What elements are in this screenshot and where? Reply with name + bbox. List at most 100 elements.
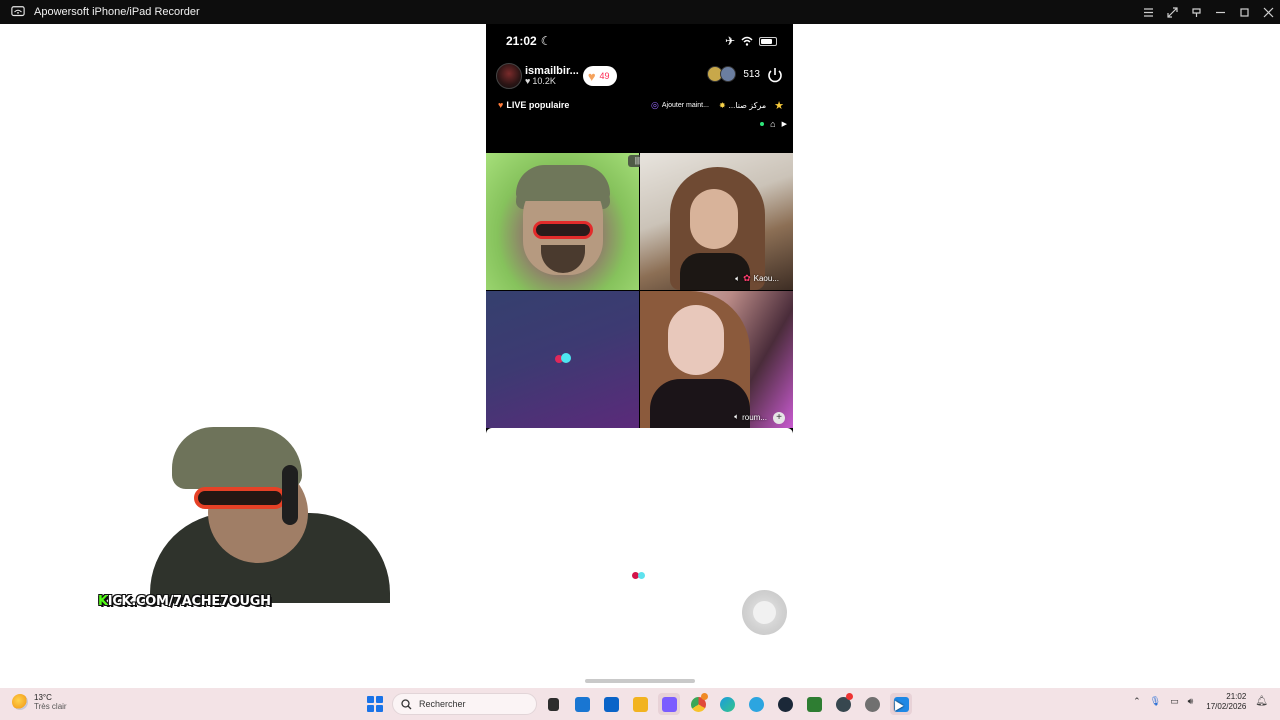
chevron-right-icon[interactable]: ▶ — [782, 120, 787, 128]
guest-video — [668, 305, 724, 375]
clock-time: 21:02 — [1226, 692, 1247, 701]
network-icon[interactable]: ▭ — [1170, 696, 1179, 707]
live-tag-row: ♥ LIVE populaire ◎ Ajouter maint... ✸ ...مر… — [498, 97, 784, 113]
file-explorer-icon[interactable] — [629, 693, 651, 715]
online-dot — [760, 122, 765, 126]
chevron-up-icon[interactable]: ⌃ — [1133, 696, 1141, 707]
webcam-video — [194, 487, 286, 509]
viewer-avatar — [720, 66, 737, 82]
host-avatar[interactable] — [496, 63, 522, 89]
search-placeholder: Rechercher — [419, 699, 466, 709]
guest-name: Kaou... — [753, 274, 779, 283]
star-icon[interactable]: ★ — [774, 99, 784, 112]
follow-count: 49 — [599, 71, 610, 81]
obs-icon[interactable] — [832, 693, 854, 715]
guest-video — [690, 189, 738, 249]
live-popular-tag[interactable]: ♥ LIVE populaire — [498, 100, 569, 110]
weather-desc: Très clair — [34, 702, 67, 712]
host-likes: ♥ 10.2K — [525, 76, 579, 87]
follow-button[interactable]: ♥ 49 — [582, 66, 617, 86]
live-host-row: ismailbir... ♥ 10.2K ♥ 49 513 — [496, 62, 788, 90]
popular-label: LIVE populaire — [506, 100, 570, 110]
status-time-text: 21:02 — [506, 34, 537, 48]
maximize-icon[interactable] — [1232, 0, 1256, 24]
phone-status-bar: 21:02 ☾ ✈ — [486, 32, 793, 50]
microphone-icon[interactable]: 🎙︎ — [1150, 696, 1161, 707]
viewer-count: 513 — [743, 68, 760, 80]
guest-tile-3[interactable] — [486, 291, 639, 428]
guest-tile-2[interactable]: 🔈︎ ✿ Kaou... — [640, 153, 793, 290]
guest-video — [680, 253, 750, 290]
heart-icon: ♥ — [587, 68, 596, 84]
home-indicator[interactable] — [585, 679, 695, 683]
teams-icon[interactable] — [658, 693, 680, 715]
phone-mirror-screen: 21:02 ☾ ✈ ismailbir... ♥ 10.2K ♥ 49 513 … — [486, 24, 793, 688]
host-likes-count: 10.2K — [532, 76, 556, 87]
rank-tag[interactable]: ✸ ...مركز صنا — [719, 101, 766, 110]
host-info[interactable]: ismailbir... ♥ 10.2K — [525, 65, 579, 87]
taskbar-clock[interactable]: 21:02 17/02/2026 — [1206, 692, 1246, 711]
weather-widget[interactable]: 13°C Très clair — [12, 693, 67, 711]
guest-video — [533, 221, 593, 239]
assistive-touch-button[interactable] — [742, 590, 787, 635]
kick-channel-watermark: KICK.COM/7ACHE7OUGH — [98, 594, 271, 609]
window-controls — [1136, 0, 1280, 24]
home-icon[interactable]: ⌂ — [770, 119, 775, 129]
loading-dot-cyan — [638, 572, 645, 579]
telegram-icon[interactable] — [745, 693, 767, 715]
store-icon[interactable] — [571, 693, 593, 715]
edge-icon[interactable] — [716, 693, 738, 715]
notification-badge — [701, 693, 708, 700]
system-tray: ⌃ 🎙︎ ▭ 🔊︎ 21:02 17/02/2026 🔔︎ — [1133, 692, 1268, 711]
guest-label: 🔈︎ roum... — [734, 412, 767, 422]
add-guest-button[interactable]: + — [773, 412, 785, 424]
live-extra-row: ⌂ ▶ — [760, 119, 787, 129]
guest-tile-4[interactable]: 🔈︎ roum... + — [640, 291, 793, 428]
terminal-icon[interactable] — [803, 693, 825, 715]
notification-bell-icon[interactable]: 🔔︎ — [1255, 696, 1268, 707]
add-now-tag[interactable]: ◎ Ajouter maint... — [651, 100, 709, 111]
heart-icon: ♥ — [525, 76, 531, 87]
guest-grid: ||| 🔈︎ ✿ Kaou... 🔈︎ roum... + — [486, 153, 793, 428]
headphones — [282, 465, 298, 525]
power-icon[interactable] — [766, 66, 784, 84]
guest-tile-1[interactable] — [486, 153, 639, 290]
status-time: 21:02 ☾ — [506, 34, 551, 48]
moon-icon: ☾ — [540, 34, 552, 48]
guest-name: roum... — [742, 412, 767, 422]
wifi-icon — [741, 36, 753, 46]
viewer-counter[interactable]: 513 — [707, 66, 760, 82]
spiral-icon: ◎ — [651, 99, 659, 110]
pin-icon[interactable] — [1184, 0, 1208, 24]
task-view-icon[interactable] — [542, 693, 564, 715]
fullscreen-icon[interactable] — [1160, 0, 1184, 24]
steam-icon[interactable] — [774, 693, 796, 715]
live-stream-area: 21:02 ☾ ✈ ismailbir... ♥ 10.2K ♥ 49 513 … — [486, 24, 793, 436]
list-icon[interactable] — [1136, 0, 1160, 24]
kick-prefix: K — [98, 594, 108, 609]
sparkle-icon: ✸ — [718, 100, 726, 110]
recorder-app-icon — [10, 4, 26, 20]
status-icons: ✈ — [725, 34, 777, 48]
outlook-icon[interactable] — [600, 693, 622, 715]
weather-temp: 13°C — [34, 693, 52, 702]
clock-date: 17/02/2026 — [1206, 701, 1247, 711]
volume-icon[interactable]: 🔊︎ — [1188, 696, 1194, 707]
windows-taskbar: 13°C Très clair Rechercher ⌃ 🎙︎ ▭ 🔊︎ 21:… — [0, 688, 1280, 720]
chrome-icon[interactable] — [687, 693, 709, 715]
minimize-icon[interactable] — [1208, 0, 1232, 24]
close-icon[interactable] — [1256, 0, 1280, 24]
flower-icon: ✿ — [743, 273, 751, 283]
settings-gear-icon[interactable] — [861, 693, 883, 715]
recording-badge — [846, 693, 853, 700]
kick-url: ICK.COM/7ACHE7OUGH — [107, 594, 271, 609]
guest-label: 🔈︎ ✿ Kaou... — [735, 273, 779, 284]
battery-icon — [759, 36, 777, 46]
window-titlebar: Apowersoft iPhone/iPad Recorder — [0, 0, 1280, 24]
loading-dot-cyan — [561, 353, 571, 363]
flame-heart-icon: ♥ — [498, 100, 504, 110]
start-button[interactable] — [367, 696, 383, 712]
window-title: Apowersoft iPhone/iPad Recorder — [34, 6, 200, 18]
rank-label: ...مركز صنا — [728, 100, 767, 110]
taskbar-search[interactable]: Rechercher — [392, 693, 537, 715]
